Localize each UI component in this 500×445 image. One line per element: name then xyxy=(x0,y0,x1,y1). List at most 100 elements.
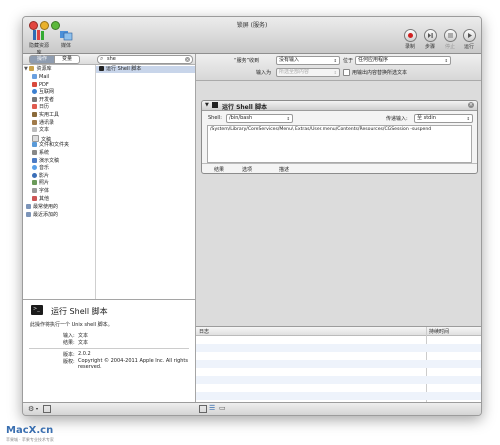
receives-label: “服务”收到 xyxy=(234,58,260,64)
script-editor[interactable]: /System/Library/CoreServices/Menu\ Extra… xyxy=(207,125,472,163)
chevron-down-icon[interactable]: ▾ xyxy=(36,406,38,411)
description-title: 运行 Shell 脚本 xyxy=(51,307,108,316)
library-item-label: 通讯录 xyxy=(39,119,55,126)
library-item[interactable]: 文稿 xyxy=(32,134,51,143)
search-input[interactable]: she xyxy=(107,56,116,63)
library-item[interactable]: 实用工具 xyxy=(32,112,59,119)
bottom-bar: ⚙ ▾ ☰ ▭ xyxy=(23,402,481,415)
text-icon xyxy=(32,127,37,133)
library-item[interactable]: 音乐 xyxy=(32,165,49,172)
results-tab[interactable]: 结果 xyxy=(214,166,224,173)
library-item[interactable]: 互联网 xyxy=(32,89,54,96)
description-divider xyxy=(29,348,189,349)
log-column-header[interactable]: 日志 xyxy=(199,328,209,335)
run-icon xyxy=(462,29,476,42)
library-item[interactable]: 影片 xyxy=(32,172,50,180)
library-smart-folder[interactable]: 最常使用的 xyxy=(26,204,58,211)
service-input-bar: “服务”收到 没有输入 ⇕ 位于 任何应用程序 ⇕ 输入为 所选全部内容 ⇕ 用… xyxy=(196,54,481,81)
media-button[interactable]: 媒体 xyxy=(54,29,78,49)
log-pane[interactable]: 日志 持续时间 xyxy=(196,326,481,403)
input-is-label: 输入为 xyxy=(256,70,272,76)
description-tab[interactable]: 描述 xyxy=(279,166,289,173)
log-row xyxy=(196,392,481,400)
documents-icon xyxy=(32,134,39,142)
other-icon xyxy=(32,195,37,201)
library-item-label: 开发者 xyxy=(39,96,55,103)
library-item[interactable]: 字体 xyxy=(32,188,49,195)
description-toggle-icon[interactable] xyxy=(43,405,51,413)
window-title: 锁屏 (服务) xyxy=(236,22,268,29)
chevron-down-icon: ⇕ xyxy=(466,116,470,121)
location-select[interactable]: 任何应用程序 ⇕ xyxy=(355,56,451,65)
library-item[interactable]: 开发者 xyxy=(32,96,55,104)
library-item[interactable]: 通讯录 xyxy=(32,119,55,127)
library-item-label: Mail xyxy=(39,74,50,80)
duration-column-header[interactable]: 持续时间 xyxy=(429,328,449,335)
action-result-item[interactable]: 运行 Shell 脚本 xyxy=(96,66,195,73)
library-item-label: 文本 xyxy=(39,127,50,134)
result-value: 文本 xyxy=(78,340,89,346)
disclosure-triangle-icon[interactable]: ▼ xyxy=(24,66,28,72)
library-root[interactable]: ▼ 资源库 xyxy=(24,66,51,73)
search-field[interactable]: ⌕ she × xyxy=(97,55,193,64)
receives-select[interactable]: 没有输入 ⇕ xyxy=(276,56,340,65)
step-icon xyxy=(423,29,437,42)
media-label: 媒体 xyxy=(60,43,71,49)
input-is-value: 所选全部内容 xyxy=(279,69,310,75)
pass-input-value: 至 stdin xyxy=(417,115,436,121)
calendar-icon xyxy=(32,104,37,110)
chevron-down-icon: ⇕ xyxy=(333,58,337,63)
library-category-list[interactable]: ▼ 资源库 Mail PDF 互联网 开发者 日历 实用工具 通讯录 文本 文稿… xyxy=(23,65,96,299)
finder-icon xyxy=(32,142,37,148)
options-tab[interactable]: 选项 xyxy=(242,166,252,173)
log-toggle-icon[interactable] xyxy=(199,405,207,413)
library-item[interactable]: 其他 xyxy=(32,195,49,203)
list-view-icon[interactable]: ☰ xyxy=(209,404,215,412)
variable-view-icon[interactable]: ▭ xyxy=(219,404,226,412)
close-icon[interactable]: × xyxy=(468,102,474,108)
smart-folder-icon xyxy=(26,211,31,217)
library-folder-icon xyxy=(29,66,35,71)
action-card[interactable]: ▼ 运行 Shell 脚本 × Shell: /bin/bash ⇕ 传递输入:… xyxy=(201,100,478,174)
library-item-label: 互联网 xyxy=(39,89,55,96)
hide-library-button[interactable]: 隐藏资源库 xyxy=(27,29,51,56)
library-item[interactable]: PDF xyxy=(32,81,49,89)
library-item[interactable]: 演示文稿 xyxy=(32,157,59,165)
replace-checkbox[interactable] xyxy=(343,69,350,76)
workflow-area[interactable] xyxy=(196,54,481,326)
action-results-list[interactable]: 运行 Shell 脚本 xyxy=(96,65,195,299)
tab-actions[interactable]: 操作 xyxy=(29,55,55,64)
pdf-icon xyxy=(32,81,37,87)
version-label: 版本: xyxy=(63,352,75,358)
library-smart-folder[interactable]: 最近添加的 xyxy=(26,211,58,219)
library-item[interactable]: 文本 xyxy=(32,127,49,134)
log-header: 日志 持续时间 xyxy=(196,327,481,403)
library-pane: 操作 变量 ⌕ she × ▼ 资源库 Mail PDF 互联网 开发者 日历 … xyxy=(23,54,196,299)
action-header[interactable]: ▼ 运行 Shell 脚本 × xyxy=(202,101,477,111)
library-item[interactable]: 系统 xyxy=(32,150,49,157)
library-item-label: 文件和文件夹 xyxy=(39,142,70,149)
library-item[interactable]: 照片 xyxy=(32,180,49,187)
library-item-label: 照片 xyxy=(39,180,50,187)
copyright-label: 版权: xyxy=(63,359,75,365)
terminal-icon: >_ xyxy=(31,305,43,315)
disclosure-triangle-icon[interactable]: ▼ xyxy=(205,102,209,108)
clear-search-icon[interactable]: × xyxy=(185,57,190,62)
library-item[interactable]: Mail xyxy=(32,74,49,81)
copyright-value: Copyright © 2004-2011 Apple Inc. All rig… xyxy=(78,358,188,370)
pass-input-select[interactable]: 至 stdin ⇕ xyxy=(414,114,473,123)
library-item[interactable]: 文件和文件夹 xyxy=(32,142,69,149)
system-icon xyxy=(32,150,37,155)
toolbar: 锁屏 (服务) 隐藏资源库 媒体 录制 步骤 停止 运行 xyxy=(23,17,481,56)
library-root-label: 资源库 xyxy=(36,66,52,72)
shell-label: Shell: xyxy=(208,115,222,121)
library-item[interactable]: 日历 xyxy=(32,104,49,111)
library-item-label: 日历 xyxy=(39,104,50,111)
watermark-logo: MacX.cn xyxy=(6,425,54,436)
library-item-label: 影片 xyxy=(39,172,50,179)
run-button[interactable]: 运行 xyxy=(457,29,481,50)
tab-variables[interactable]: 变量 xyxy=(54,55,80,64)
gear-icon[interactable]: ⚙ xyxy=(28,405,34,413)
library-item-label: 音乐 xyxy=(39,165,50,172)
shell-select[interactable]: /bin/bash ⇕ xyxy=(226,114,293,123)
